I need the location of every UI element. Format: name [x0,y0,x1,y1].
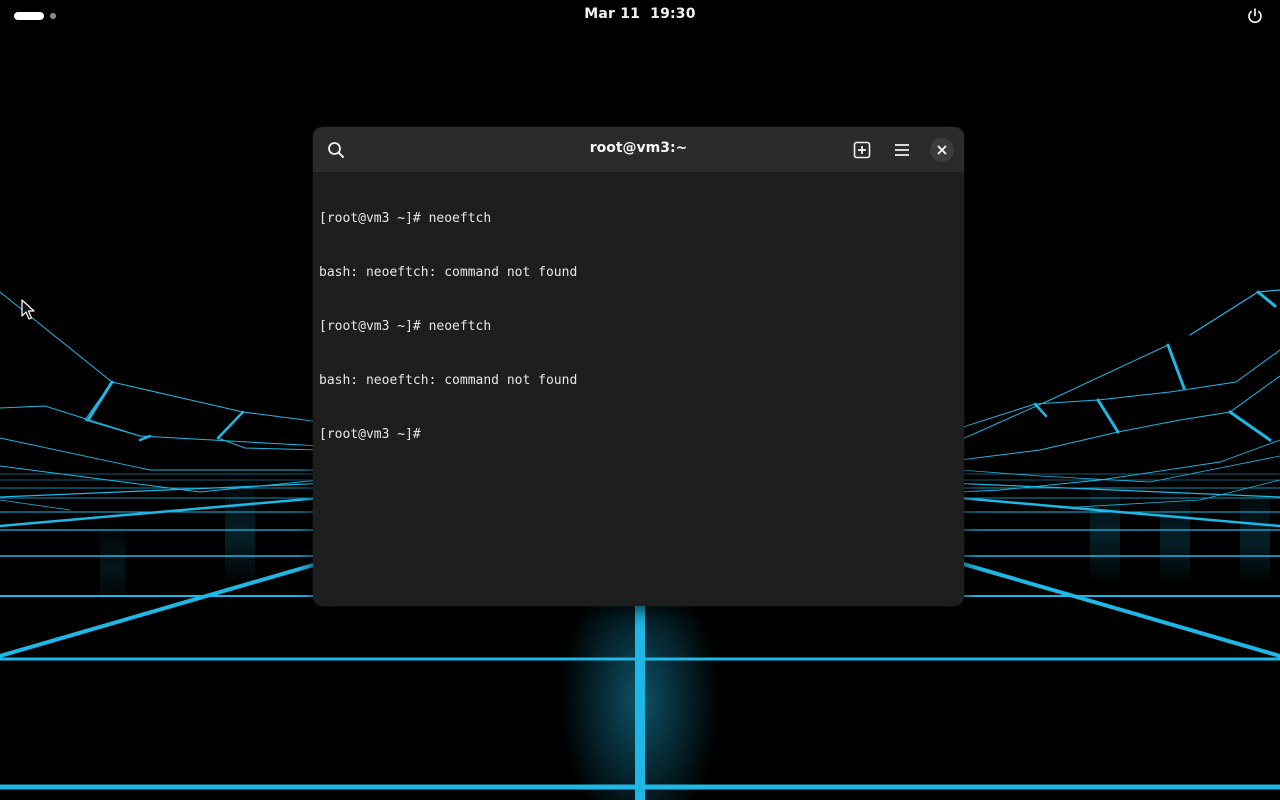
power-icon[interactable] [1246,7,1264,25]
terminal-output[interactable]: [root@vm3 ~]# neoeftch bash: neoeftch: c… [319,174,958,598]
clock-time: 19:30 [650,6,696,22]
clock-date: Mar 11 [584,6,641,22]
new-tab-icon [853,141,871,159]
close-button[interactable] [930,138,954,162]
terminal-cursor [429,426,437,441]
clock[interactable]: Mar 11 19:30 [0,6,1280,22]
terminal-prompt: [root@vm3 ~]# [319,427,429,442]
menu-button[interactable] [889,137,915,163]
desktop: Mar 11 19:30 root@vm3:~ [root@vm3 ~]# ne… [0,0,1280,800]
terminal-titlebar[interactable]: root@vm3:~ [313,127,964,173]
close-icon [937,145,947,155]
terminal-line: bash: neoeftch: command not found [319,265,578,280]
terminal-line: [root@vm3 ~]# neoeftch [319,319,492,334]
terminal-window[interactable]: root@vm3:~ [root@vm3 ~]# neoeftch bash: … [313,127,964,606]
terminal-prompt-line[interactable]: [root@vm3 ~]# [319,426,958,444]
mouse-pointer-icon [21,299,35,320]
terminal-line: bash: neoeftch: command not found [319,373,578,388]
terminal-line: [root@vm3 ~]# neoeftch [319,211,492,226]
new-tab-button[interactable] [849,137,875,163]
top-bar: Mar 11 19:30 [0,0,1280,32]
hamburger-menu-icon [895,144,909,156]
